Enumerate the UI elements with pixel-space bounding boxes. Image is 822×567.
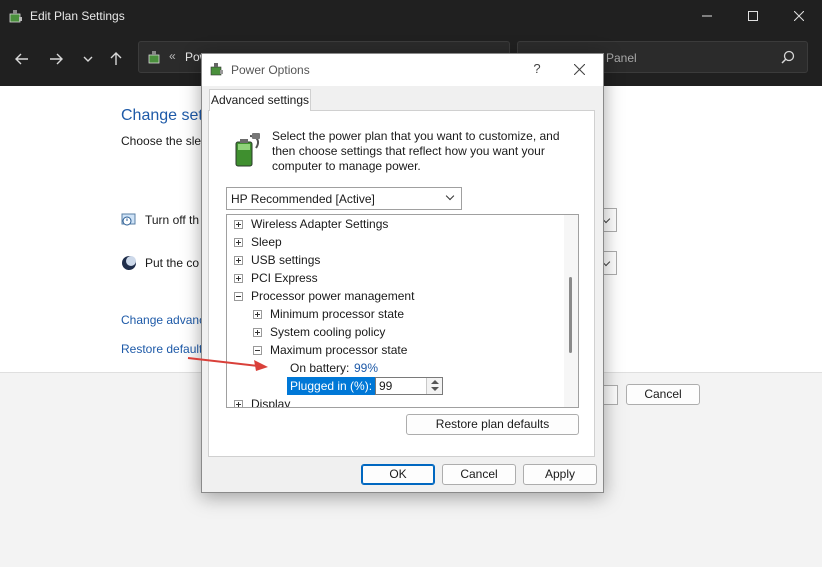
cancel-button[interactable]: Cancel	[442, 464, 516, 485]
on-battery-label: On battery:	[290, 361, 350, 375]
tree-item-label: Processor power management	[251, 289, 415, 303]
settings-tree[interactable]: Wireless Adapter Settings Sleep USB sett…	[226, 214, 579, 408]
intro-text: Select the power plan that you want to c…	[272, 129, 560, 173]
tree-item-pci-express[interactable]: PCI Express	[227, 269, 565, 287]
change-advanced-settings-link[interactable]: Change advanc	[121, 313, 205, 327]
close-button[interactable]	[776, 0, 822, 32]
maximize-button[interactable]	[730, 0, 776, 32]
dialog-close-button[interactable]	[568, 60, 590, 80]
expand-plus-icon[interactable]	[234, 256, 243, 265]
tree-item-minimum-processor-state[interactable]: Minimum processor state	[227, 305, 565, 323]
help-button[interactable]: ?	[526, 61, 548, 79]
expand-plus-icon[interactable]	[234, 238, 243, 247]
power-plan-value: HP Recommended [Active]	[231, 192, 375, 206]
page-title: Change sett	[121, 107, 208, 124]
arrow-right-icon	[50, 53, 63, 65]
tree-item-wireless-adapter[interactable]: Wireless Adapter Settings	[227, 215, 565, 233]
display-clock-icon	[121, 213, 136, 226]
tree-item-label: Sleep	[251, 235, 282, 249]
chevron-down-icon	[445, 191, 455, 201]
chevron-down-icon	[83, 56, 93, 62]
arrow-up-icon	[110, 52, 122, 65]
arrow-left-icon	[15, 53, 28, 65]
spin-down-icon[interactable]	[431, 387, 439, 391]
tree-item-system-cooling-policy[interactable]: System cooling policy	[227, 323, 565, 341]
power-options-dialog: Power Options ? Advanced settings Select…	[201, 53, 604, 493]
collapse-minus-icon[interactable]	[234, 292, 243, 301]
breadcrumb-chevron-icon: «	[169, 49, 176, 63]
battery-plug-icon	[235, 133, 260, 167]
close-icon	[794, 11, 804, 21]
background-title-bar: Edit Plan Settings	[0, 0, 822, 32]
on-battery-value[interactable]: 99%	[354, 361, 378, 375]
plugged-in-label: Plugged in (%):	[287, 377, 376, 395]
plugged-in-spinner[interactable]: 99	[375, 377, 443, 395]
tree-item-plugged-in[interactable]: Plugged in (%): 99	[227, 377, 565, 395]
sleep-moon-icon	[122, 256, 136, 270]
power-options-icon	[9, 10, 22, 23]
page-subtitle: Choose the slee	[121, 134, 208, 148]
tree-item-maximum-processor-state[interactable]: Maximum processor state	[227, 341, 565, 359]
minimize-button[interactable]	[684, 0, 730, 32]
tab-advanced-settings[interactable]: Advanced settings	[209, 89, 311, 111]
ok-button[interactable]: OK	[361, 464, 435, 485]
search-placeholder: Panel	[606, 51, 637, 65]
forward-button[interactable]	[44, 49, 68, 69]
tree-item-usb-settings[interactable]: USB settings	[227, 251, 565, 269]
tree-item-on-battery[interactable]: On battery: 99%	[227, 359, 565, 377]
dialog-title: Power Options	[231, 63, 310, 77]
expand-plus-icon[interactable]	[234, 274, 243, 283]
tree-item-label: Maximum processor state	[270, 343, 408, 357]
expand-plus-icon[interactable]	[253, 328, 262, 337]
sleep-label: Put the co	[145, 256, 200, 270]
apply-button[interactable]: Apply	[523, 464, 597, 485]
back-button[interactable]	[10, 49, 34, 69]
expand-plus-icon[interactable]	[234, 400, 243, 407]
tree-item-sleep[interactable]: Sleep	[227, 233, 565, 251]
tree-item-label: USB settings	[251, 253, 321, 267]
annotation-arrow-icon	[187, 357, 268, 371]
advanced-settings-panel: Select the power plan that you want to c…	[208, 110, 595, 457]
spin-up-icon[interactable]	[431, 380, 439, 384]
plugged-in-value[interactable]: 99	[379, 379, 392, 393]
spinner-arrows[interactable]	[426, 378, 442, 394]
power-options-icon	[210, 63, 223, 76]
background-cancel-button[interactable]: Cancel	[626, 384, 700, 405]
power-plan-dropdown[interactable]: HP Recommended [Active]	[226, 187, 462, 210]
power-options-icon	[148, 51, 160, 64]
tree-item-label: System cooling policy	[270, 325, 386, 339]
tree-item-label: PCI Express	[251, 271, 318, 285]
close-icon	[573, 63, 585, 76]
scrollbar-thumb[interactable]	[569, 277, 572, 353]
tree-item-label: Minimum processor state	[270, 307, 405, 321]
search-icon	[781, 50, 795, 64]
minimize-icon	[702, 15, 712, 17]
expand-plus-icon[interactable]	[234, 220, 243, 229]
tree-item-display[interactable]: Display	[227, 395, 565, 408]
tree-item-label: Wireless Adapter Settings	[251, 217, 389, 231]
save-changes-button[interactable]	[604, 385, 618, 405]
window-title: Edit Plan Settings	[30, 9, 125, 23]
expand-plus-icon[interactable]	[253, 310, 262, 319]
tree-item-label: Display	[251, 397, 291, 408]
turn-off-display-label: Turn off th	[145, 213, 200, 227]
tree-item-processor-power-management[interactable]: Processor power management	[227, 287, 565, 305]
recent-locations-button[interactable]	[76, 49, 100, 69]
up-button[interactable]	[104, 49, 128, 69]
restore-plan-defaults-button[interactable]: Restore plan defaults	[406, 414, 579, 435]
dialog-title-bar: Power Options ?	[202, 54, 603, 86]
maximize-icon	[748, 11, 758, 21]
tree-scrollbar[interactable]	[564, 215, 578, 407]
